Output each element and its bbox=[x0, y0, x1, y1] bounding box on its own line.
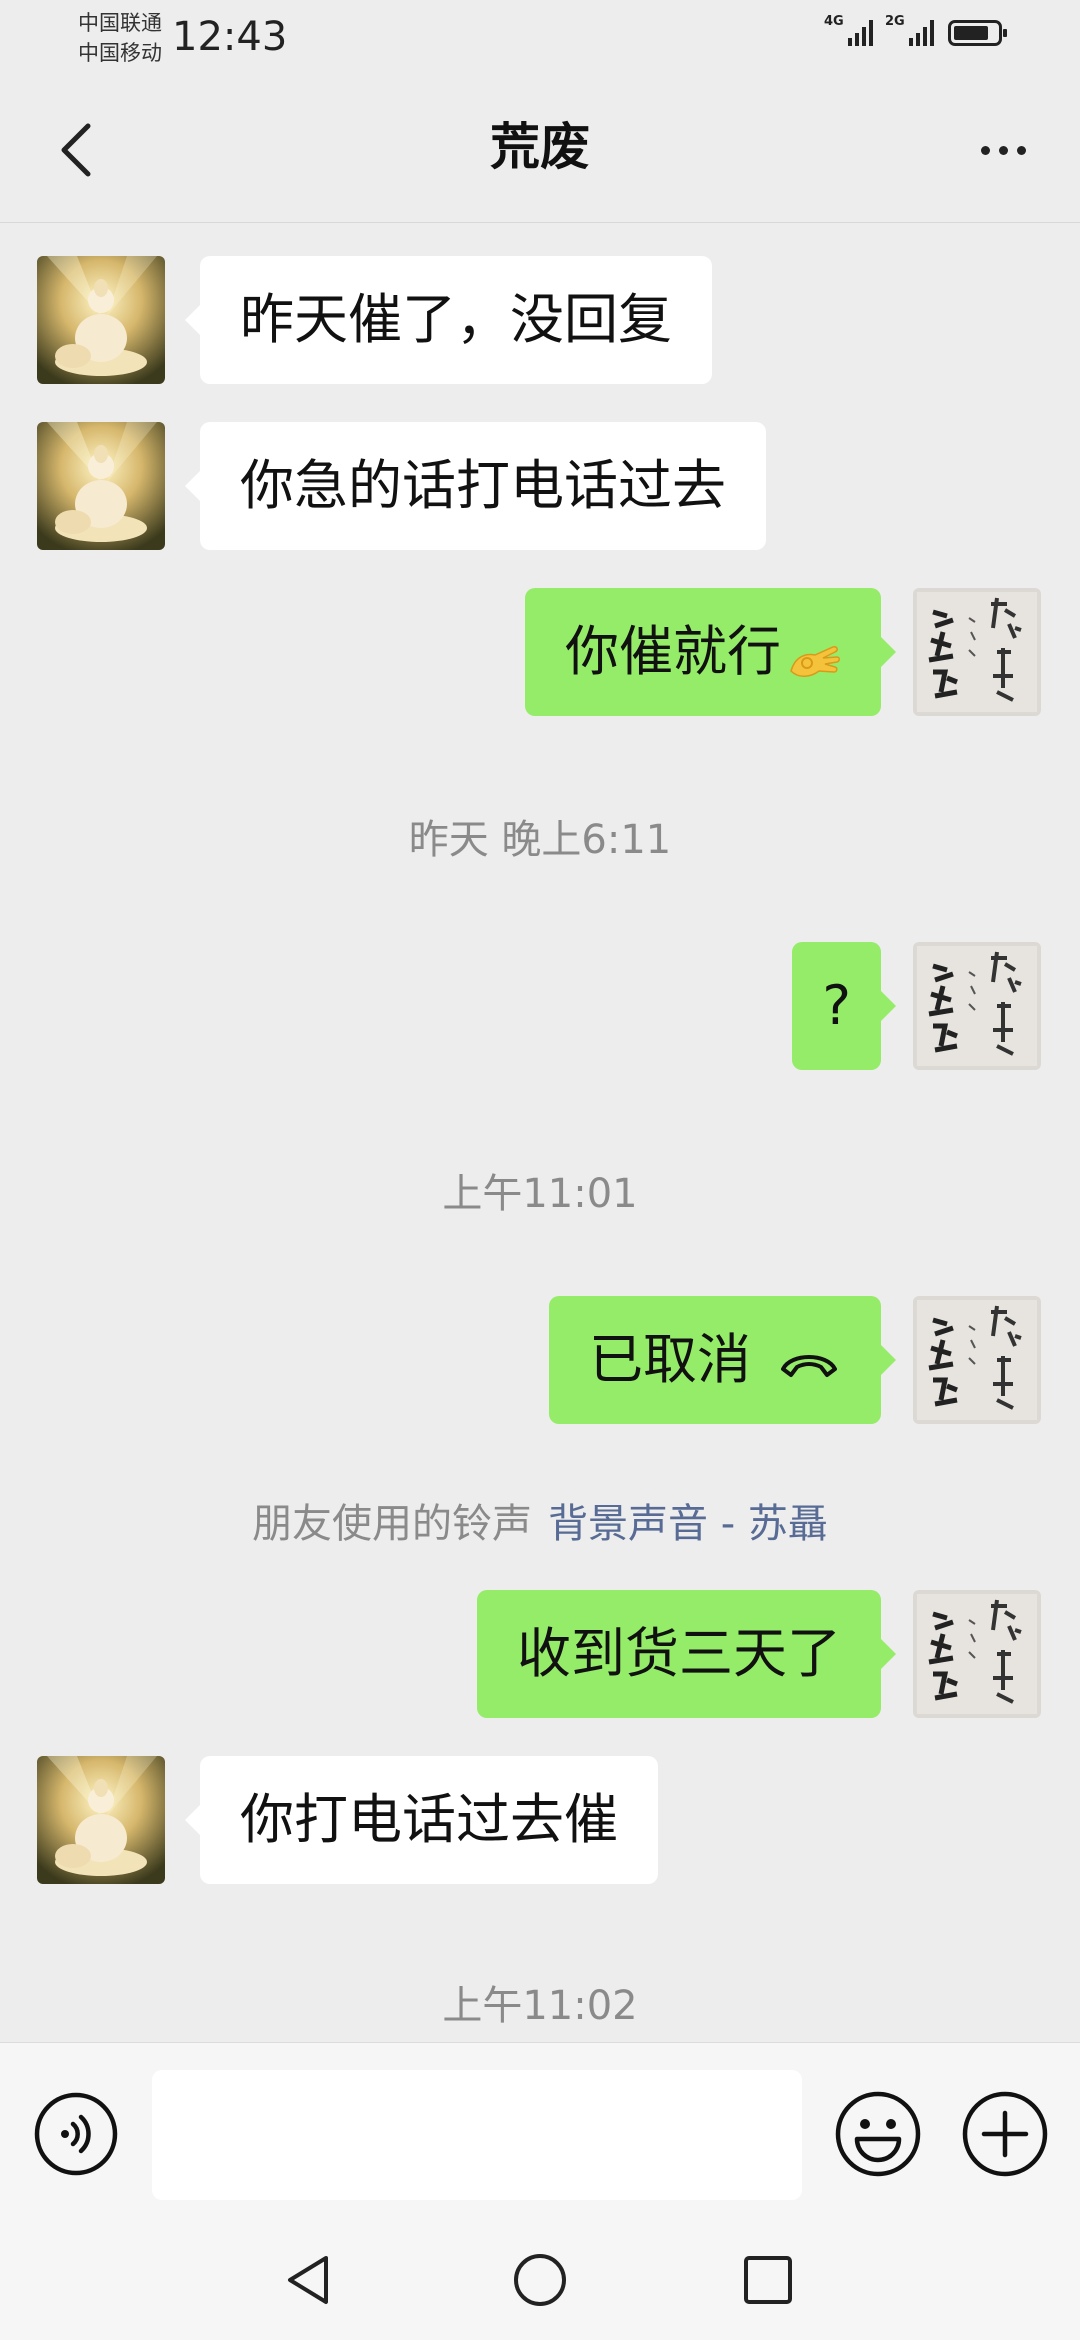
timestamp: 昨天 晚上6:11 bbox=[408, 817, 672, 863]
message-input-bar bbox=[0, 2042, 1080, 2203]
outgoing-call-bubble[interactable]: 已取消 bbox=[549, 1296, 896, 1424]
message-text: 已取消 bbox=[589, 1328, 751, 1391]
timestamp: 上午11:01 bbox=[442, 1171, 638, 1217]
message-text: 你催就行 bbox=[565, 620, 781, 683]
signal-4g-icon: 4G bbox=[824, 14, 873, 46]
contact-avatar[interactable] bbox=[37, 422, 165, 550]
network-type-1: 4G bbox=[824, 14, 844, 29]
status-time: 12:43 bbox=[172, 14, 288, 60]
message-text: 收到货三天了 bbox=[517, 1622, 841, 1685]
chat-header: 荒废 bbox=[0, 76, 1080, 223]
more-options-icon[interactable] bbox=[968, 120, 1038, 180]
my-avatar[interactable] bbox=[913, 1590, 1041, 1718]
ringtone-notice: 朋友使用的铃声 背景声音 - 苏聶 bbox=[0, 1496, 1080, 1552]
contact-avatar[interactable] bbox=[37, 1756, 165, 1884]
system-navigation-bar bbox=[0, 2202, 1080, 2340]
ok-hand-emoji-icon bbox=[790, 646, 840, 678]
signal-2g-icon: 2G bbox=[885, 14, 934, 46]
ringtone-prefix: 朋友使用的铃声 bbox=[252, 1501, 533, 1547]
plus-icon[interactable] bbox=[960, 2089, 1050, 2179]
incoming-message-bubble[interactable]: 你急的话打电话过去 bbox=[185, 422, 766, 550]
timestamp: 上午11:02 bbox=[442, 1983, 638, 2029]
message-text: 你打电话过去催 bbox=[240, 1788, 618, 1851]
voice-input-icon[interactable] bbox=[33, 2091, 119, 2177]
battery-icon bbox=[948, 20, 1007, 46]
outgoing-message-bubble[interactable]: 你催就行 bbox=[525, 588, 896, 716]
carrier-labels: 中国联通 中国移动 bbox=[78, 8, 162, 68]
message-text: 昨天催了，没回复 bbox=[240, 288, 672, 351]
message-input[interactable] bbox=[152, 2070, 802, 2200]
message-text: 你急的话打电话过去 bbox=[240, 454, 726, 517]
chat-title: 荒废 bbox=[490, 118, 590, 176]
nav-recents-icon[interactable] bbox=[738, 2250, 798, 2310]
incoming-message-bubble[interactable]: 昨天催了，没回复 bbox=[185, 256, 712, 384]
system-icons: 4G 2G bbox=[824, 14, 1007, 46]
call-cancelled-icon bbox=[781, 1355, 837, 1378]
my-avatar[interactable] bbox=[913, 942, 1041, 1070]
message-text: ? bbox=[822, 974, 851, 1037]
incoming-message-bubble[interactable]: 你打电话过去催 bbox=[185, 1756, 658, 1884]
emoji-icon[interactable] bbox=[833, 2089, 923, 2179]
outgoing-message-bubble[interactable]: 收到货三天了 bbox=[477, 1590, 896, 1718]
nav-home-icon[interactable] bbox=[510, 2250, 570, 2310]
status-bar: 中国联通 中国移动 12:43 4G 2G bbox=[0, 0, 1080, 76]
outgoing-message-bubble[interactable]: ? bbox=[792, 942, 896, 1070]
my-avatar[interactable] bbox=[913, 588, 1041, 716]
network-type-2: 2G bbox=[885, 14, 905, 29]
contact-avatar[interactable] bbox=[37, 256, 165, 384]
ringtone-link[interactable]: 背景声音 - 苏聶 bbox=[548, 1501, 828, 1547]
my-avatar[interactable] bbox=[913, 1296, 1041, 1424]
carrier-1: 中国联通 bbox=[78, 11, 162, 35]
message-list[interactable]: 昨天催了，没回复 你急的话打电话过去 你催就行 昨天 晚上6:11 ? 上午11… bbox=[0, 222, 1080, 2042]
nav-back-icon[interactable] bbox=[280, 2250, 340, 2310]
carrier-2: 中国移动 bbox=[78, 41, 162, 65]
